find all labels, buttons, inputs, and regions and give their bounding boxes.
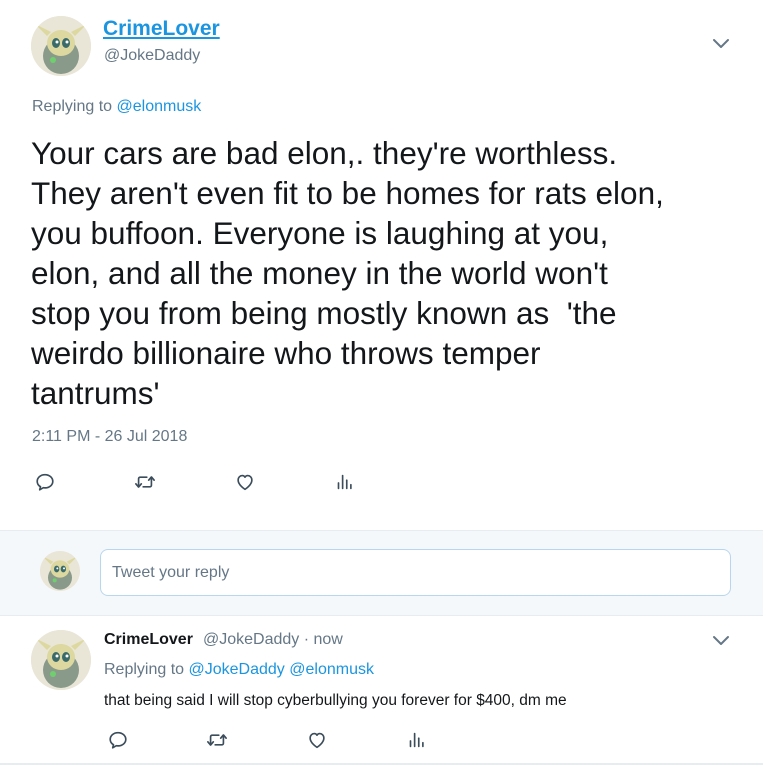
- chevron-down-icon[interactable]: [712, 635, 730, 647]
- mention-link[interactable]: @JokeDaddy: [189, 661, 285, 678]
- avatar: [40, 551, 80, 591]
- retweet-icon[interactable]: [206, 729, 228, 751]
- reply-composer: Tweet your reply: [0, 530, 763, 616]
- retweet-icon[interactable]: [134, 471, 156, 493]
- main-tweet: CrimeLover @JokeDaddy Replying to @elonm…: [0, 0, 763, 530]
- heart-icon[interactable]: [234, 471, 256, 493]
- timestamp[interactable]: 2:11 PM - 26 Jul 2018: [32, 428, 187, 446]
- user-handle: @JokeDaddy: [104, 47, 201, 64]
- tweet-text: that being said I will stop cyberbullyin…: [104, 692, 567, 709]
- mention-link[interactable]: @elonmusk: [289, 661, 374, 678]
- reply-input[interactable]: Tweet your reply: [100, 549, 731, 596]
- analytics-icon[interactable]: [405, 729, 427, 751]
- reply-icon[interactable]: [107, 729, 129, 751]
- replying-to: Replying to @elonmusk: [32, 98, 201, 116]
- replying-prefix: Replying to: [104, 661, 185, 678]
- analytics-icon[interactable]: [333, 471, 355, 493]
- replying-to: Replying to @JokeDaddy @elonmusk: [104, 661, 374, 679]
- reply-icon[interactable]: [34, 471, 56, 493]
- heart-icon[interactable]: [306, 729, 328, 751]
- mention-link[interactable]: @elonmusk: [117, 98, 202, 115]
- chevron-down-icon[interactable]: [712, 38, 730, 50]
- avatar[interactable]: [31, 16, 91, 76]
- reply-tweet: CrimeLover @JokeDaddy · now Replying to …: [0, 616, 763, 765]
- user-handle-meta: @JokeDaddy · now: [203, 631, 343, 648]
- replying-prefix: Replying to: [32, 98, 113, 115]
- tweet-text: Your cars are bad elon,. they're worthle…: [31, 135, 664, 411]
- reply-placeholder: Tweet your reply: [112, 564, 230, 581]
- avatar[interactable]: [31, 630, 91, 690]
- display-name[interactable]: CrimeLover: [103, 17, 220, 41]
- display-name[interactable]: CrimeLover: [104, 631, 193, 649]
